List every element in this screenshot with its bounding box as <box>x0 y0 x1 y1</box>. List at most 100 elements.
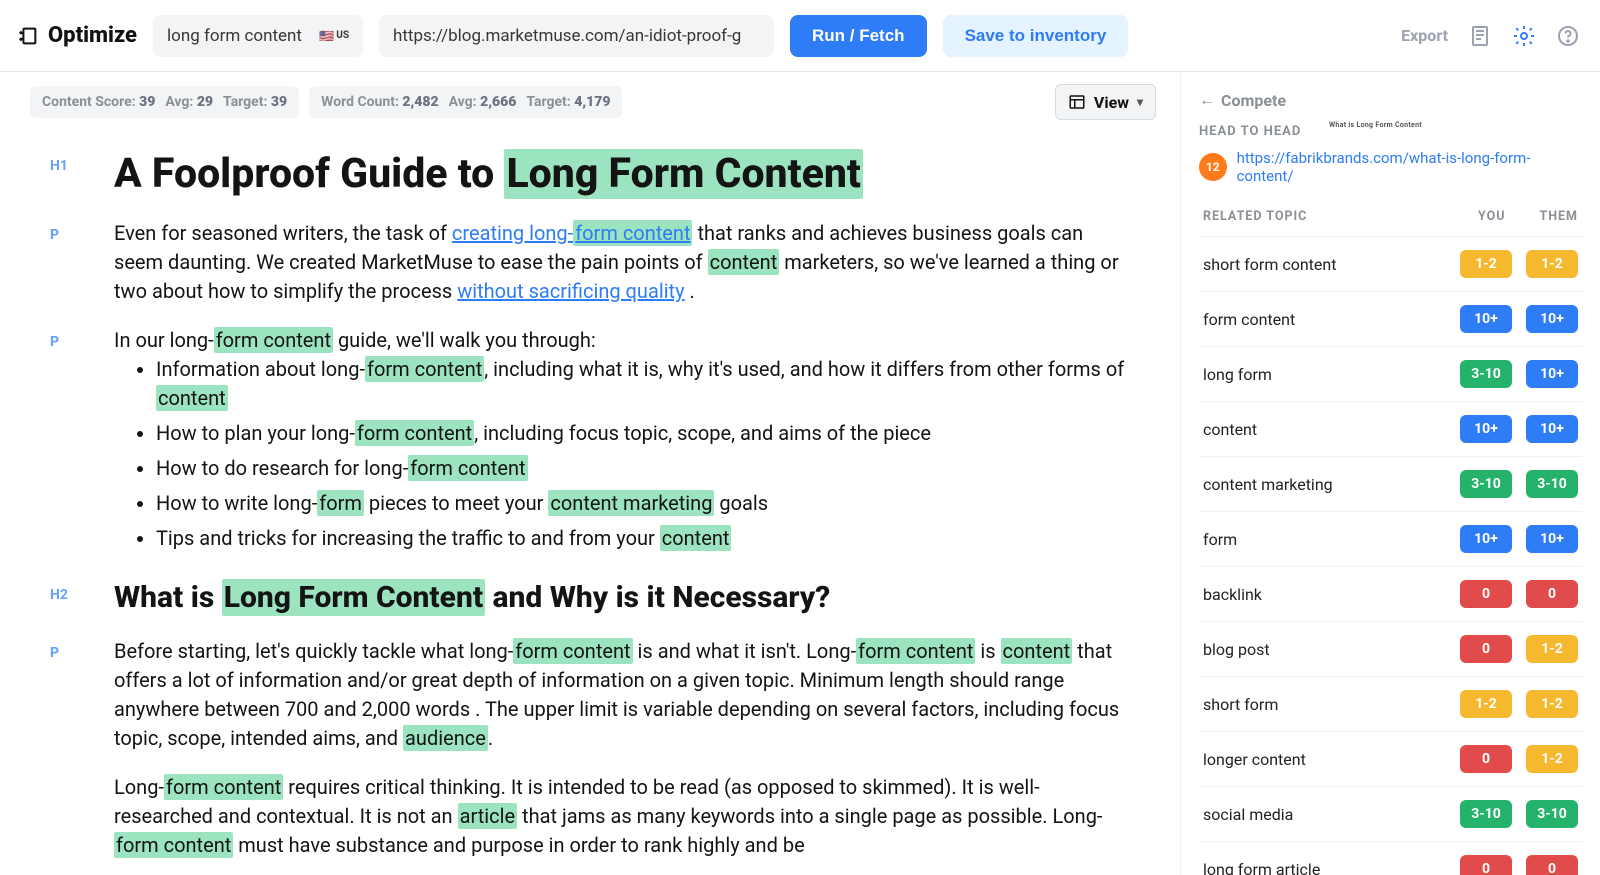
back-label: Compete <box>1221 91 1286 110</box>
p-tag: P <box>50 219 80 243</box>
link-creating[interactable]: creating long-form content <box>452 220 693 246</box>
topic-row[interactable]: backlink 00 <box>1199 566 1582 621</box>
competitor-rank-badge: 12 <box>1199 153 1227 181</box>
competitor-source: 12 https://fabrikbrands.com/what-is-long… <box>1199 149 1582 185</box>
link-quality[interactable]: without sacrificing quality <box>457 279 684 303</box>
competitor-url[interactable]: https://fabrikbrands.com/what-is-long-fo… <box>1237 149 1582 185</box>
arrow-left-icon: ← <box>1199 90 1215 110</box>
you-value: 1-2 <box>1460 250 1512 278</box>
them-value: 10+ <box>1526 415 1578 443</box>
top-right-tools: Export <box>1401 24 1580 48</box>
you-value: 0 <box>1460 745 1512 773</box>
p3-text: Before starting, let's quickly tackle wh… <box>114 637 1130 753</box>
you-value: 10+ <box>1460 525 1512 553</box>
topic-row[interactable]: longer content 0 1-2 <box>1199 731 1582 786</box>
stats-row: Content Score: 39 Avg: 29 Target: 39 Wor… <box>0 72 1180 130</box>
col-topic: RELATED TOPIC <box>1203 209 1307 224</box>
col-them: THEM <box>1539 209 1578 224</box>
topic-name: short form <box>1203 695 1278 714</box>
you-value: 0 <box>1460 580 1512 608</box>
them-value: 1-2 <box>1526 635 1578 663</box>
topic-row[interactable]: blog post 0 1-2 <box>1199 621 1582 676</box>
h2-text: What is Long Form Content and Why is it … <box>114 579 1130 617</box>
h1-tag: H1 <box>50 150 80 174</box>
h1-text: A Foolproof Guide to Long Form Content <box>114 150 1130 199</box>
them-value: 3-10 <box>1526 800 1578 828</box>
word-count-pill: Word Count: 2,482 Avg: 2,666 Target: 4,1… <box>309 86 622 118</box>
you-value: 10+ <box>1460 305 1512 333</box>
compete-panel: ← Compete HEAD TO HEAD What is Long Form… <box>1180 72 1600 875</box>
topic-name: blog post <box>1203 640 1270 659</box>
topic-row[interactable]: form 10+ 10+ <box>1199 511 1582 566</box>
topic-input-value: long form content <box>167 26 302 46</box>
topic-row[interactable]: content 10+ 10+ <box>1199 401 1582 456</box>
article-body: H1 A Foolproof Guide to Long Form Conten… <box>0 130 1180 875</box>
topic-row[interactable]: long form article00 <box>1199 841 1582 875</box>
them-value: 0 <box>1526 855 1578 875</box>
url-input[interactable]: https://blog.marketmuse.com/an-idiot-pro… <box>379 15 774 57</box>
you-value: 3-10 <box>1460 360 1512 388</box>
them-value: 10+ <box>1526 525 1578 553</box>
them-value: 3-10 <box>1526 470 1578 498</box>
topic-name: content <box>1203 420 1257 439</box>
list-item: How to do research for long-form content <box>156 454 1130 483</box>
topic-name: longer content <box>1203 750 1306 769</box>
you-value: 10+ <box>1460 415 1512 443</box>
paragraph-1: P Even for seasoned writers, the task of… <box>50 219 1130 306</box>
them-value: 1-2 <box>1526 690 1578 718</box>
view-dropdown[interactable]: View ▾ <box>1055 84 1156 120</box>
view-label: View <box>1094 93 1129 112</box>
topic-row[interactable]: long form3-1010+ <box>1199 346 1582 401</box>
p-tag: P <box>50 326 80 350</box>
topic-row[interactable]: content marketing3-103-10 <box>1199 456 1582 511</box>
p4-text: Long-form content requires critical thin… <box>114 773 1130 860</box>
heading-1: H1 A Foolproof Guide to Long Form Conten… <box>50 150 1130 199</box>
content-area: Content Score: 39 Avg: 29 Target: 39 Wor… <box>0 72 1180 875</box>
export-link[interactable]: Export <box>1401 26 1448 45</box>
topic-row[interactable]: short form 1-2 1-2 <box>1199 676 1582 731</box>
topic-name: long form <box>1203 365 1272 384</box>
p1-text: Even for seasoned writers, the task of c… <box>114 219 1130 306</box>
save-inventory-button[interactable]: Save to inventory <box>943 15 1129 57</box>
topic-name: form <box>1203 530 1237 549</box>
head-to-head-label: HEAD TO HEAD What is Long Form Content <box>1199 124 1582 139</box>
p-tag: P <box>50 637 80 661</box>
locale-flag: 🇺🇸US <box>319 29 349 43</box>
help-icon[interactable] <box>1556 24 1580 48</box>
table-header: RELATED TOPIC YOU THEM <box>1199 203 1582 236</box>
optimize-icon <box>16 24 40 48</box>
gear-icon[interactable] <box>1512 24 1536 48</box>
them-value: 0 <box>1526 580 1578 608</box>
them-value: 1-2 <box>1526 250 1578 278</box>
list-item: How to write long-form pieces to meet yo… <box>156 489 1130 518</box>
them-value: 10+ <box>1526 305 1578 333</box>
list-item: Tips and tricks for increasing the traff… <box>156 524 1130 553</box>
heading-2: H2 What is Long Form Content and Why is … <box>50 579 1130 617</box>
content-score-pill: Content Score: 39 Avg: 29 Target: 39 <box>30 86 299 118</box>
topic-name: short form content <box>1203 255 1336 274</box>
topic-name: backlink <box>1203 585 1262 604</box>
notes-icon[interactable] <box>1468 24 1492 48</box>
topic-rows: short form content 1-2 1-2 form content 10+ 1… <box>1199 236 1582 875</box>
topic-row[interactable]: form content10+10+ <box>1199 291 1582 346</box>
paragraph-4: Long-form content requires critical thin… <box>50 773 1130 860</box>
list-item: Information about long-form content, inc… <box>156 355 1130 413</box>
topic-row[interactable]: social media3-103-10 <box>1199 786 1582 841</box>
you-value: 3-10 <box>1460 800 1512 828</box>
brand: Optimize <box>16 23 137 48</box>
url-input-value: https://blog.marketmuse.com/an-idiot-pro… <box>393 26 741 46</box>
view-icon <box>1068 93 1086 111</box>
run-fetch-button[interactable]: Run / Fetch <box>790 15 927 57</box>
you-value: 0 <box>1460 635 1512 663</box>
list-item: How to plan your long-form content, incl… <box>156 419 1130 448</box>
topic-row[interactable]: short form content 1-2 1-2 <box>1199 236 1582 291</box>
paragraph-2: P In our long-form content guide, we'll … <box>50 326 1130 559</box>
back-compete-link[interactable]: ← Compete <box>1199 90 1582 110</box>
bullet-list: Information about long-form content, inc… <box>114 355 1130 553</box>
brand-label: Optimize <box>48 23 137 48</box>
you-value: 1-2 <box>1460 690 1512 718</box>
them-value: 1-2 <box>1526 745 1578 773</box>
top-bar: Optimize long form content 🇺🇸US https://… <box>0 0 1600 72</box>
p-tag <box>50 773 80 781</box>
topic-input[interactable]: long form content 🇺🇸US <box>153 15 363 57</box>
